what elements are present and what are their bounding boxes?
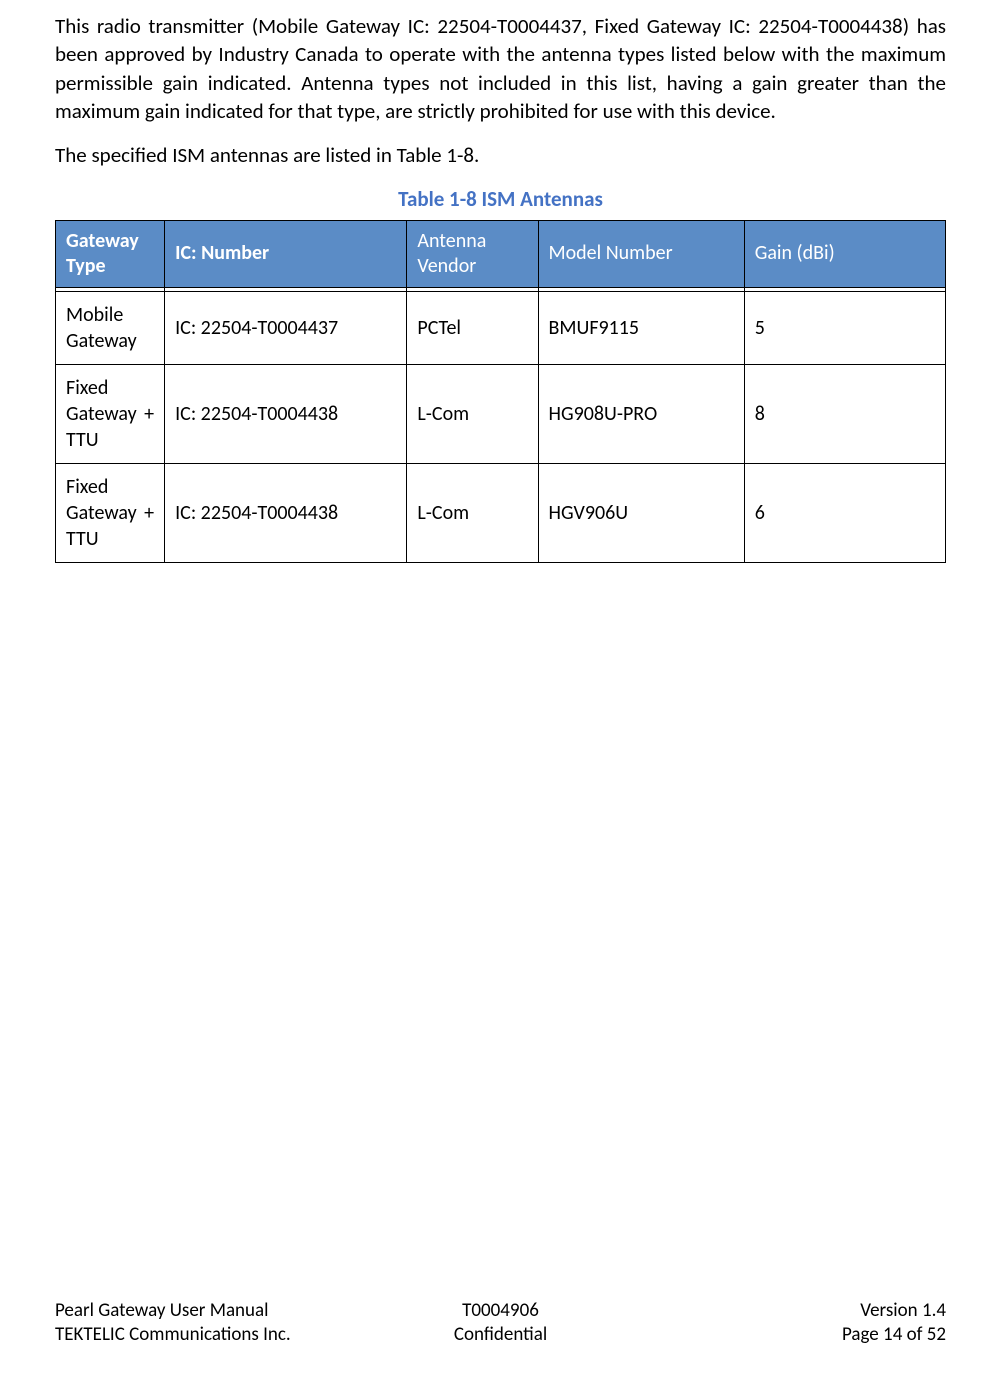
cell-vendor: PCTel bbox=[407, 291, 538, 364]
th-vendor: Antenna Vendor bbox=[407, 220, 538, 287]
th-gateway-type: Gateway Type bbox=[56, 220, 165, 287]
ism-antennas-table: Gateway Type IC: Number Antenna Vendor M… bbox=[55, 220, 946, 563]
intro-paragraph-1: This radio transmitter (Mobile Gateway I… bbox=[55, 12, 946, 125]
cell-vendor: L-Com bbox=[407, 463, 538, 562]
page-footer: Pearl Gateway User Manual T0004906 Versi… bbox=[55, 1299, 946, 1348]
table-row: Fixed Gateway + TTU IC: 22504-T0004438 L… bbox=[56, 463, 946, 562]
footer-confidential: Confidential bbox=[355, 1323, 646, 1348]
intro-paragraph-2: The specified ISM antennas are listed in… bbox=[55, 141, 946, 169]
th-ic-number: IC: Number bbox=[165, 220, 407, 287]
footer-doc-number: T0004906 bbox=[355, 1299, 646, 1324]
footer-doc-title: Pearl Gateway User Manual bbox=[55, 1299, 355, 1324]
cell-gain: 5 bbox=[744, 291, 945, 364]
cell-gateway-type: Mobile Gateway bbox=[56, 291, 165, 364]
cell-model: BMUF9115 bbox=[538, 291, 744, 364]
table-row: Fixed Gateway + TTU IC: 22504-T0004438 L… bbox=[56, 364, 946, 463]
cell-model: HG908U-PRO bbox=[538, 364, 744, 463]
th-model: Model Number bbox=[538, 220, 744, 287]
cell-model: HGV906U bbox=[538, 463, 744, 562]
footer-company: TEKTELIC Communications Inc. bbox=[55, 1323, 355, 1348]
cell-vendor: L-Com bbox=[407, 364, 538, 463]
table-row: Mobile Gateway IC: 22504-T0004437 PCTel … bbox=[56, 291, 946, 364]
footer-page-number: Page 14 of 52 bbox=[646, 1323, 946, 1348]
cell-gateway-type: Fixed Gateway + TTU bbox=[56, 364, 165, 463]
footer-version: Version 1.4 bbox=[646, 1299, 946, 1324]
cell-ic-number: IC: 22504-T0004438 bbox=[165, 463, 407, 562]
cell-ic-number: IC: 22504-T0004438 bbox=[165, 364, 407, 463]
cell-gain: 8 bbox=[744, 364, 945, 463]
cell-gateway-type: Fixed Gateway + TTU bbox=[56, 463, 165, 562]
table-caption: Table 1-8 ISM Antennas bbox=[55, 186, 946, 212]
th-gain: Gain (dBi) bbox=[744, 220, 945, 287]
cell-ic-number: IC: 22504-T0004437 bbox=[165, 291, 407, 364]
table-header-row: Gateway Type IC: Number Antenna Vendor M… bbox=[56, 220, 946, 287]
cell-gain: 6 bbox=[744, 463, 945, 562]
